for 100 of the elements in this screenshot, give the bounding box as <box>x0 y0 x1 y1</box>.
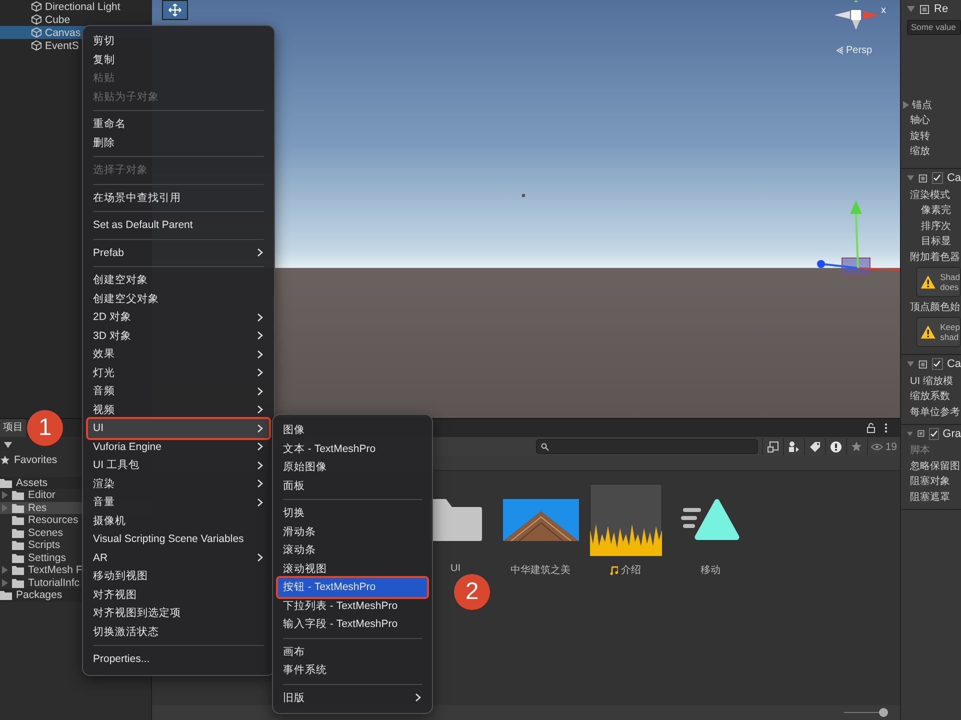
component-title: Re <box>934 3 948 15</box>
property-label: 阻塞遮罩 <box>910 490 950 504</box>
folder-icon <box>12 565 24 576</box>
menu-item[interactable]: 输入字段 - TextMeshPro <box>278 615 427 634</box>
property-label: UI 缩放模 <box>910 374 953 388</box>
menu-item[interactable]: 滑动条 <box>278 522 427 541</box>
property-label: 顶点颜色始 <box>910 300 960 314</box>
menu-item[interactable]: 文本 - TextMeshPro <box>278 440 427 458</box>
more-menu-icon[interactable] <box>884 423 888 433</box>
menu-item[interactable]: 渲染 <box>88 474 269 493</box>
warning-icon <box>830 440 842 452</box>
menu-item[interactable]: 重命名 <box>88 115 269 134</box>
property-label: 缩放 <box>910 144 930 158</box>
menu-item[interactable]: 复制 <box>88 50 269 69</box>
menu-item[interactable]: 滚动视图 <box>278 560 427 578</box>
move-icon <box>168 3 182 17</box>
property-label: 锚点 <box>912 98 932 112</box>
menu-item[interactable]: 删除 <box>88 134 269 152</box>
property-label: 旋转 <box>910 130 930 143</box>
star-icon <box>0 455 10 466</box>
foldout-caret-icon[interactable] <box>907 430 913 436</box>
shapes-icon <box>788 440 800 452</box>
chevron-icon <box>835 46 844 55</box>
hierarchy-item[interactable]: Directional Light <box>0 0 152 13</box>
menu-item[interactable]: 图像 <box>278 421 427 440</box>
lock-icon[interactable] <box>866 423 876 433</box>
enable-checkbox[interactable] <box>932 358 943 370</box>
property-label: 轴心 <box>910 114 930 128</box>
foldout-caret-icon[interactable] <box>903 100 909 109</box>
menu-item[interactable]: Prefab <box>88 244 269 262</box>
menu-item[interactable]: 滚动条 <box>278 541 427 560</box>
waveform-thumbnail[interactable] <box>590 484 662 556</box>
component-icon <box>918 172 928 184</box>
chevron-right-icon <box>257 248 263 258</box>
warning-icon <box>920 323 936 341</box>
warning-text: shad <box>940 332 960 342</box>
cube-icon <box>31 1 42 12</box>
foldout-caret-icon[interactable] <box>907 6 915 12</box>
menu-item[interactable]: 2D 对象 <box>88 308 269 326</box>
menu-item[interactable]: UI <box>88 419 269 438</box>
menu-item[interactable]: 灯光 <box>88 364 269 382</box>
menu-item[interactable]: 在场景中查找引用 <box>88 188 269 207</box>
music-note-icon <box>610 566 618 574</box>
menu-item[interactable]: 视频 <box>88 400 269 419</box>
move-tool-button[interactable] <box>162 0 188 20</box>
menu-item[interactable]: 切换 <box>278 504 427 522</box>
menu-item[interactable]: 按钮 - TextMeshPro <box>278 578 427 596</box>
eye-icon <box>871 442 884 450</box>
menu-item[interactable]: 对齐视图 <box>88 586 269 604</box>
property-label: 阻塞对象 <box>910 474 950 488</box>
slider-thumb[interactable] <box>879 708 888 717</box>
enable-checkbox[interactable] <box>932 172 943 184</box>
menu-item[interactable]: AR <box>88 548 269 567</box>
menu-item[interactable]: 移动到视图 <box>88 567 269 586</box>
component-icon <box>918 358 928 370</box>
menu-item[interactable]: 原始图像 <box>278 458 427 476</box>
tag-icon <box>808 440 821 452</box>
asset-name[interactable]: 中华建筑之美 <box>510 563 570 577</box>
hierarchy-item[interactable]: Cube <box>0 13 152 26</box>
value-field[interactable]: Some value <box>907 20 961 35</box>
window-icon <box>766 440 779 452</box>
property-label: 缩放系数 <box>910 390 950 404</box>
menu-item[interactable]: 音频 <box>88 382 269 400</box>
dropdown-caret-icon[interactable] <box>4 442 12 448</box>
triangle-sprite-icon[interactable] <box>680 498 740 542</box>
menu-item[interactable]: 切换激活状态 <box>88 622 269 641</box>
asset-name[interactable]: UI <box>450 563 460 574</box>
foldout-caret-icon[interactable] <box>907 361 914 367</box>
enable-checkbox[interactable] <box>928 428 939 440</box>
menu-item[interactable]: 创建空父对象 <box>88 290 269 308</box>
menu-item[interactable]: 事件系统 <box>278 661 427 680</box>
menu-item[interactable]: 3D 对象 <box>88 326 269 345</box>
menu-item[interactable]: 摄像机 <box>88 512 269 530</box>
menu-item[interactable]: 画布 <box>278 642 427 661</box>
menu-item[interactable]: Set as Default Parent <box>88 216 269 234</box>
property-label: 脚本 <box>910 444 930 458</box>
menu-item[interactable]: 效果 <box>88 345 269 364</box>
project-tab[interactable]: 项目 <box>0 419 26 437</box>
foldout-caret-icon[interactable] <box>907 175 914 181</box>
search-field[interactable] <box>536 439 758 454</box>
menu-item[interactable]: Vuforia Engine <box>88 438 269 456</box>
photo-placeholder[interactable] <box>502 499 578 541</box>
chevron-right-icon <box>257 553 263 562</box>
projection-label[interactable]: Persp <box>846 45 872 56</box>
asset-name[interactable]: 介绍 <box>621 563 641 577</box>
menu-item[interactable]: 对齐视图到选定项 <box>88 604 269 622</box>
menu-item[interactable]: 创建空对象 <box>88 271 269 290</box>
menu-item[interactable]: 下拉列表 - TextMeshPro <box>278 596 427 615</box>
property-label: 忽略保留图 <box>910 460 960 473</box>
menu-item[interactable]: 面板 <box>278 476 427 495</box>
menu-item[interactable]: 旧版 <box>278 688 427 707</box>
asset-name[interactable]: 移动 <box>700 563 720 577</box>
property-label: 目标显 <box>921 234 951 248</box>
component-icon <box>919 4 930 14</box>
warning-text: Keep <box>940 322 960 332</box>
folder-icon <box>0 478 12 488</box>
menu-item[interactable]: Visual Scripting Scene Variables <box>88 530 269 548</box>
menu-item[interactable]: UI 工具包 <box>88 456 269 474</box>
menu-item[interactable]: Properties... <box>88 650 269 668</box>
folder-icon <box>0 590 12 600</box>
